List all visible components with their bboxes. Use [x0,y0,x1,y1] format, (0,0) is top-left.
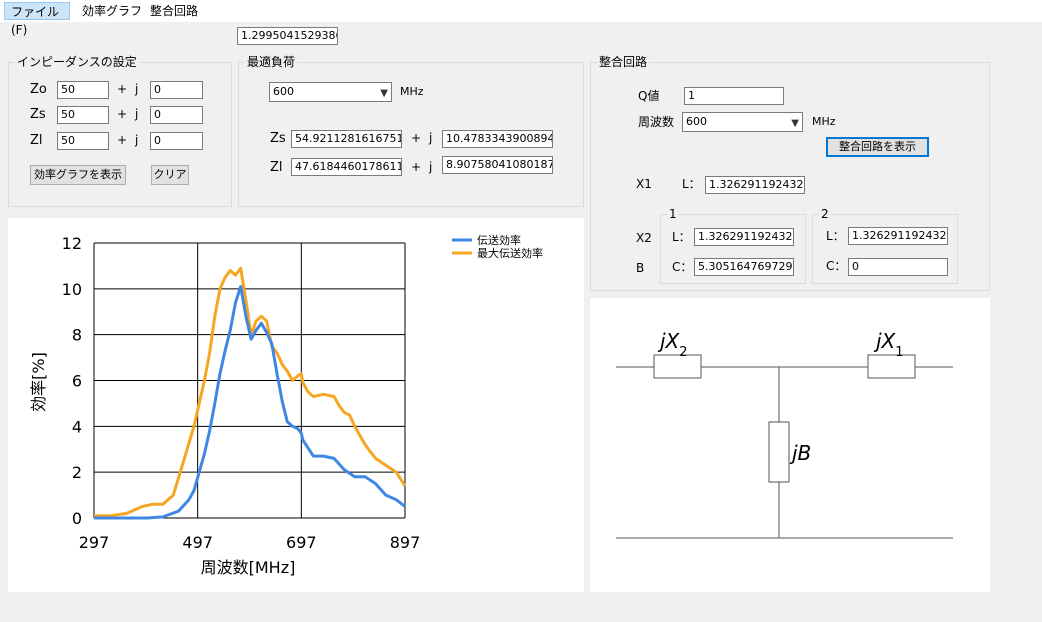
zs-real-input[interactable]: 50 [57,106,109,124]
optimal-zl-plus-label: + [411,160,422,174]
optimal-load-unit-label: MHz [400,85,424,98]
x1-l-input[interactable]: 1.32629119243246E [705,176,805,194]
chevron-down-icon: ▼ [791,118,799,129]
series-line-max-transfer-efficiency [94,266,407,518]
y-tick-label: 2 [72,463,82,482]
matching-frequency-value: 600 [686,115,707,128]
x1-impedance [867,354,916,379]
sol1-l-input[interactable]: 1.32629119243246E [694,228,794,246]
efficiency-chart-panel: 0 2 4 6 8 10 12 297 497 697 897 周波数[MHz] 効率[%] 伝送効… [8,218,584,592]
optimal-load-frequency-value: 600 [273,85,294,98]
zo-plus-label: + [117,82,128,96]
sol1-l-label: L： [672,230,691,244]
circuit-diagram: jX2 jX1 jB [616,329,953,539]
x-tick-label: 497 [182,533,213,552]
x-tick-label: 697 [286,533,317,552]
sol1-c-label: C： [672,260,693,274]
zo-j-label: j [135,82,139,96]
menu-matching-circuit[interactable]: 整合回路 [144,2,204,20]
optimal-zl-label: Zl [270,160,283,175]
solution-1-title: 1 [667,207,679,221]
legend-label: 伝送効率 [477,233,521,247]
sol2-c-label: C： [826,259,847,273]
x2-label: X2 [636,231,652,245]
efficiency-chart: 0 2 4 6 8 10 12 297 497 697 897 周波数[MHz] 効率[%] 伝送効… [29,233,543,577]
optimal-zl-imag-input[interactable]: 8.90758041080187 [442,156,553,174]
menu-bar: ファイル(F) 効率グラフ 整合回路 [0,0,1042,37]
matching-circuit-group-title: 整合回路 [597,55,650,69]
sol1-c-input[interactable]: 5.30516476972985E [694,258,794,276]
legend-label: 最大伝送効率 [477,246,543,260]
clear-button[interactable]: クリア [151,165,189,185]
matching-unit-label: MHz [812,115,836,128]
menu-file[interactable]: ファイル(F) [4,2,70,37]
circuit-diagram-panel: jX2 jX1 jB [590,298,990,592]
y-tick-label: 10 [62,280,82,299]
optimal-zl-j-label: j [429,160,433,174]
top-value-field[interactable]: 1.29950415293867 [237,27,338,45]
zl-imag-input[interactable]: 0 [150,132,203,150]
zs-imag-input[interactable]: 0 [150,106,203,124]
impedance-group-title: インピーダンスの設定 [15,55,139,69]
zs-plus-label: + [117,107,128,121]
optimal-load-frequency-select[interactable]: 600 ▼ [269,82,392,102]
zs-j-label: j [135,107,139,121]
x1-label: X1 [636,177,652,191]
optimal-zs-plus-label: + [411,131,422,145]
zl-plus-label: + [117,133,128,147]
q-value-label: Q値 [638,89,660,103]
b-admittance [768,421,790,483]
menu-efficiency-graph[interactable]: 効率グラフ [76,2,148,20]
sol2-l-input[interactable]: 1.32629119243246E [848,227,948,245]
sol2-c-input[interactable]: 0 [848,258,948,276]
optimal-zl-real-input[interactable]: 47.6184460178611 [291,158,402,176]
optimal-load-group-title: 最適負荷 [245,55,298,69]
x-tick-label: 297 [79,533,110,552]
zs-label: Zs [30,107,46,122]
zl-real-input[interactable]: 50 [57,132,109,150]
sol2-l-label: L： [826,229,845,243]
optimal-zs-label: Zs [270,131,286,146]
b-label: B [636,261,645,275]
zo-real-input[interactable]: 50 [57,81,109,99]
zo-label: Zo [30,82,47,97]
zl-label: Zl [30,133,43,148]
y-tick-label: 0 [72,509,82,528]
solution-2-title: 2 [819,207,831,221]
y-tick-label: 6 [72,372,82,391]
matching-frequency-select[interactable]: 600 ▼ [682,112,803,132]
x1-l-label: L： [682,177,701,191]
optimal-zs-imag-input[interactable]: 10.4783343900894 [442,130,553,148]
optimal-zs-real-input[interactable]: 54.9211281616751 [291,130,402,148]
optimal-zs-j-label: j [429,131,433,145]
show-matching-circuit-button[interactable]: 整合回路を表示 [826,137,929,157]
x-tick-label: 897 [390,533,421,552]
zl-j-label: j [135,133,139,147]
matching-frequency-label: 周波数 [638,115,675,129]
show-efficiency-graph-button[interactable]: 効率グラフを表示 [30,165,126,185]
y-tick-label: 12 [62,234,82,253]
y-tick-label: 8 [72,326,82,345]
zo-imag-input[interactable]: 0 [150,81,203,99]
jb-label: jB [789,441,811,465]
y-axis-label: 効率[%] [29,352,48,412]
x-axis-label: 周波数[MHz] [201,558,296,577]
x2-impedance [653,354,702,379]
chevron-down-icon: ▼ [380,88,388,99]
y-tick-label: 4 [72,417,82,436]
q-value-input[interactable]: 1 [684,87,784,105]
